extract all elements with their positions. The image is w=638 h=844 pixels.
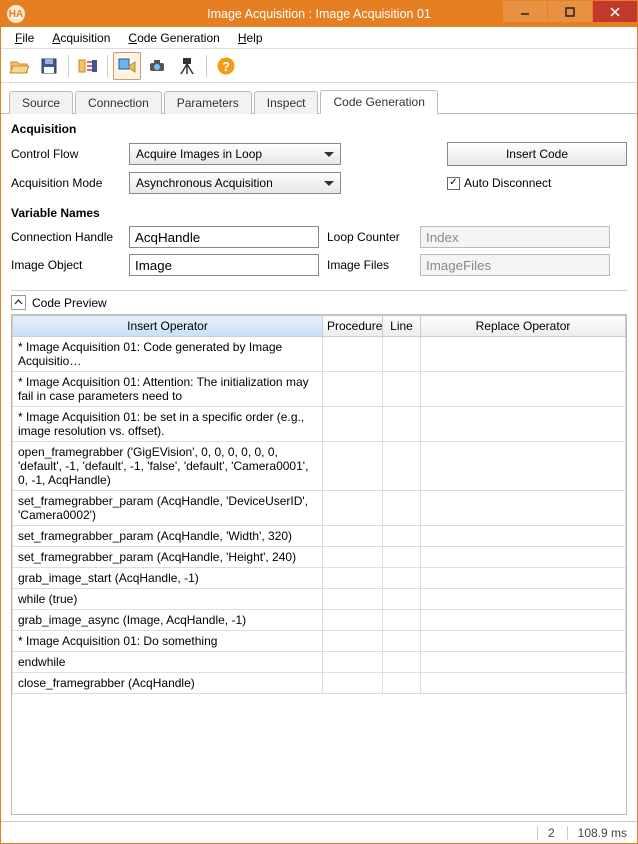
table-row[interactable]: grab_image_async (Image, AcqHandle, -1) <box>13 610 626 631</box>
app-window: HA Image Acquisition : Image Acquisition… <box>0 0 638 844</box>
close-button[interactable] <box>593 1 637 22</box>
insert-operator-cell: set_framegrabber_param (AcqHandle, 'Devi… <box>13 491 323 526</box>
insert-operator-cell: set_framegrabber_param (AcqHandle, 'Heig… <box>13 547 323 568</box>
control-flow-value: Acquire Images in Loop <box>136 147 262 161</box>
connection-handle-label: Connection Handle <box>11 230 121 244</box>
help-icon[interactable]: ? <box>212 52 240 80</box>
snap-icon[interactable] <box>113 52 141 80</box>
save-icon[interactable] <box>35 52 63 80</box>
collapse-preview-button[interactable] <box>11 295 26 310</box>
insert-operator-cell: * Image Acquisition 01: Attention: The i… <box>13 372 323 407</box>
col-procedure[interactable]: Procedure <box>323 316 383 337</box>
connect-icon[interactable] <box>74 52 102 80</box>
connection-handle-input[interactable] <box>129 226 319 248</box>
variable-names-header: Variable Names <box>11 206 627 220</box>
minimize-button[interactable] <box>503 1 547 22</box>
tab-source[interactable]: Source <box>9 91 73 114</box>
menu-codegen[interactable]: Code Generation <box>120 29 227 47</box>
table-row[interactable]: open_framegrabber ('GigEVision', 0, 0, 0… <box>13 442 626 491</box>
status-time: 108.9 ms <box>567 826 627 840</box>
insert-operator-cell: grab_image_start (AcqHandle, -1) <box>13 568 323 589</box>
acquisition-mode-label: Acquisition Mode <box>11 176 121 190</box>
code-preview-header: Code Preview <box>32 296 107 310</box>
insert-operator-cell: * Image Acquisition 01: Code generated b… <box>13 337 323 372</box>
control-flow-label: Control Flow <box>11 147 121 161</box>
image-object-label: Image Object <box>11 258 121 272</box>
insert-operator-cell: close_framegrabber (AcqHandle) <box>13 673 323 694</box>
maximize-button[interactable] <box>548 1 592 22</box>
tab-inspect[interactable]: Inspect <box>254 91 319 114</box>
acquisition-mode-select[interactable]: Asynchronous Acquisition <box>129 172 341 194</box>
toolbar-separator <box>68 55 69 77</box>
insert-operator-cell: set_framegrabber_param (AcqHandle, 'Widt… <box>13 526 323 547</box>
table-row[interactable]: endwhile <box>13 652 626 673</box>
menu-help[interactable]: Help <box>230 29 271 47</box>
menu-file[interactable]: File <box>7 29 42 47</box>
image-files-label: Image Files <box>327 258 412 272</box>
tabstrip: Source Connection Parameters Inspect Cod… <box>1 83 637 114</box>
insert-operator-cell: * Image Acquisition 01: be set in a spec… <box>13 407 323 442</box>
table-row[interactable]: * Image Acquisition 01: Do something <box>13 631 626 652</box>
table-row[interactable]: while (true) <box>13 589 626 610</box>
col-replace-operator[interactable]: Replace Operator <box>421 316 626 337</box>
insert-operator-cell: endwhile <box>13 652 323 673</box>
table-row[interactable]: close_framegrabber (AcqHandle) <box>13 673 626 694</box>
toolbar-separator <box>206 55 207 77</box>
insert-operator-cell: * Image Acquisition 01: Do something <box>13 631 323 652</box>
auto-disconnect-checkbox[interactable]: ✓ Auto Disconnect <box>447 176 551 190</box>
svg-text:?: ? <box>222 59 230 74</box>
tab-code-generation[interactable]: Code Generation <box>320 90 437 114</box>
loop-counter-input <box>420 226 610 248</box>
open-icon[interactable] <box>5 52 33 80</box>
image-object-input[interactable] <box>129 254 319 276</box>
insert-operator-cell: grab_image_async (Image, AcqHandle, -1) <box>13 610 323 631</box>
tripod-icon[interactable] <box>173 52 201 80</box>
tab-panel-code-generation: Acquisition Control Flow Acquire Images … <box>1 114 637 821</box>
menubar: File Acquisition Code Generation Help <box>1 27 637 49</box>
table-row[interactable]: set_framegrabber_param (AcqHandle, 'Heig… <box>13 547 626 568</box>
status-count: 2 <box>537 826 555 840</box>
table-row[interactable]: * Image Acquisition 01: Attention: The i… <box>13 372 626 407</box>
acquisition-header: Acquisition <box>11 122 627 136</box>
col-line[interactable]: Line <box>383 316 421 337</box>
table-row[interactable]: set_framegrabber_param (AcqHandle, 'Devi… <box>13 491 626 526</box>
tab-parameters[interactable]: Parameters <box>164 91 252 114</box>
statusbar: 2 108.9 ms <box>1 821 637 843</box>
toolbar: ? <box>1 49 637 83</box>
checkbox-icon: ✓ <box>447 177 460 190</box>
loop-counter-label: Loop Counter <box>327 230 412 244</box>
insert-operator-cell: open_framegrabber ('GigEVision', 0, 0, 0… <box>13 442 323 491</box>
control-flow-select[interactable]: Acquire Images in Loop <box>129 143 341 165</box>
insert-operator-cell: while (true) <box>13 589 323 610</box>
table-row[interactable]: grab_image_start (AcqHandle, -1) <box>13 568 626 589</box>
titlebar: HA Image Acquisition : Image Acquisition… <box>1 1 637 27</box>
app-logo-icon: HA <box>7 5 25 23</box>
menu-acquisition[interactable]: Acquisition <box>44 29 118 47</box>
live-icon[interactable] <box>143 52 171 80</box>
image-files-input <box>420 254 610 276</box>
insert-code-button[interactable]: Insert Code <box>447 142 627 166</box>
auto-disconnect-label: Auto Disconnect <box>464 176 551 190</box>
table-row[interactable]: * Image Acquisition 01: be set in a spec… <box>13 407 626 442</box>
acquisition-mode-value: Asynchronous Acquisition <box>136 176 273 190</box>
tab-connection[interactable]: Connection <box>75 91 162 114</box>
col-insert-operator[interactable]: Insert Operator <box>13 316 323 337</box>
code-preview-table[interactable]: Insert Operator Procedure Line Replace O… <box>11 314 627 815</box>
table-row[interactable]: set_framegrabber_param (AcqHandle, 'Widt… <box>13 526 626 547</box>
table-row[interactable]: * Image Acquisition 01: Code generated b… <box>13 337 626 372</box>
toolbar-separator <box>107 55 108 77</box>
